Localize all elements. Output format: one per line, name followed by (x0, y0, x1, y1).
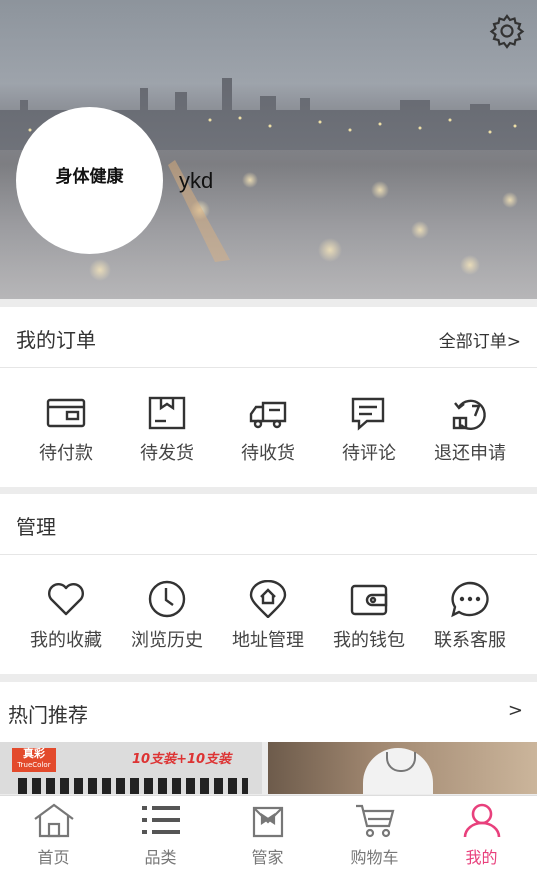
product-brand: 真彩 (23, 747, 45, 760)
tab-label: 管家 (251, 848, 284, 867)
clock-icon (148, 580, 186, 618)
bottom-tab-bar: 首页 品类 管家 购物车 我的 (0, 795, 537, 870)
order-item-label: 待评论 (342, 443, 396, 464)
order-pending-receipt[interactable]: 待收货 (218, 395, 318, 465)
manage-customer-service[interactable]: 联系客服 (420, 580, 520, 652)
package-icon (148, 396, 186, 430)
tab-mine[interactable]: 我的 (428, 796, 535, 870)
tab-label: 购物车 (350, 848, 399, 867)
hot-recommend-more-arrow[interactable]: > (508, 700, 523, 721)
home-icon (33, 803, 74, 838)
product-card[interactable] (268, 742, 537, 794)
chat-bubble-icon (451, 581, 489, 618)
tab-category[interactable]: 品类 (107, 796, 214, 870)
profile-header: 身体健康 ykd (0, 0, 537, 299)
order-item-label: 待付款 (39, 443, 93, 464)
tab-butler[interactable]: 管家 (214, 796, 321, 870)
product-brand-logo: 真彩 TrueColor (12, 748, 56, 772)
refund-icon (452, 399, 486, 430)
product-card[interactable]: 真彩 TrueColor 10支装+10支装 (0, 742, 262, 794)
comment-icon (351, 397, 385, 431)
settings-gear-icon[interactable] (488, 12, 526, 50)
tab-cart[interactable]: 购物车 (321, 796, 428, 870)
manage-address[interactable]: 地址管理 (218, 580, 318, 652)
username: ykd (179, 168, 214, 193)
tab-label: 首页 (37, 848, 70, 867)
user-icon (463, 803, 500, 838)
avatar[interactable]: 身体健康 (16, 107, 163, 254)
manage-title: 管理 (16, 515, 56, 539)
hot-recommend-header: 热门推荐 > (0, 682, 537, 742)
manage-item-label: 地址管理 (232, 630, 304, 651)
order-pending-review[interactable]: 待评论 (319, 395, 419, 465)
manage-item-label: 我的收藏 (30, 630, 102, 651)
order-item-label: 待收货 (241, 443, 295, 464)
heart-icon (48, 583, 84, 616)
order-pending-payment[interactable]: 待付款 (16, 395, 116, 465)
wallet-icon (46, 398, 86, 428)
purse-icon (350, 584, 388, 616)
manage-wallet[interactable]: 我的钱包 (319, 580, 419, 652)
list-icon (141, 806, 180, 834)
product-brand-sub: TrueColor (17, 761, 51, 769)
manage-item-label: 联系客服 (434, 630, 506, 651)
product-promo-text: 10支装+10支装 (132, 752, 232, 767)
hot-recommend-title: 热门推荐 (8, 703, 88, 727)
manage-header: 管理 (0, 494, 537, 555)
manage-favorites[interactable]: 我的收藏 (16, 580, 116, 652)
tab-label: 我的 (465, 848, 498, 867)
order-item-label: 退还申请 (434, 443, 506, 464)
all-orders-link[interactable]: 全部订单> (439, 327, 521, 352)
product-pen-row (18, 778, 248, 794)
location-pin-icon (249, 580, 287, 618)
avatar-text: 身体健康 (55, 167, 124, 187)
order-item-label: 待发货 (140, 443, 194, 464)
cart-icon (355, 804, 394, 838)
manage-item-label: 我的钱包 (333, 630, 405, 651)
manage-item-label: 浏览历史 (131, 630, 203, 651)
tab-label: 品类 (144, 848, 177, 867)
manage-browse-history[interactable]: 浏览历史 (117, 580, 217, 652)
orders-header: 我的订单 全部订单> (0, 307, 537, 368)
orders-section: 我的订单 全部订单> 待付款 待发货 待收货 待评论 退还申请 (0, 307, 537, 487)
tab-home[interactable]: 首页 (0, 796, 107, 870)
order-pending-shipment[interactable]: 待发货 (117, 395, 217, 465)
truck-icon (249, 401, 287, 429)
butler-icon (252, 806, 283, 838)
order-refund-request[interactable]: 退还申请 (420, 395, 520, 465)
orders-title: 我的订单 (16, 328, 96, 352)
manage-section: 管理 我的收藏 浏览历史 地址管理 我的钱包 联系客服 (0, 494, 537, 674)
